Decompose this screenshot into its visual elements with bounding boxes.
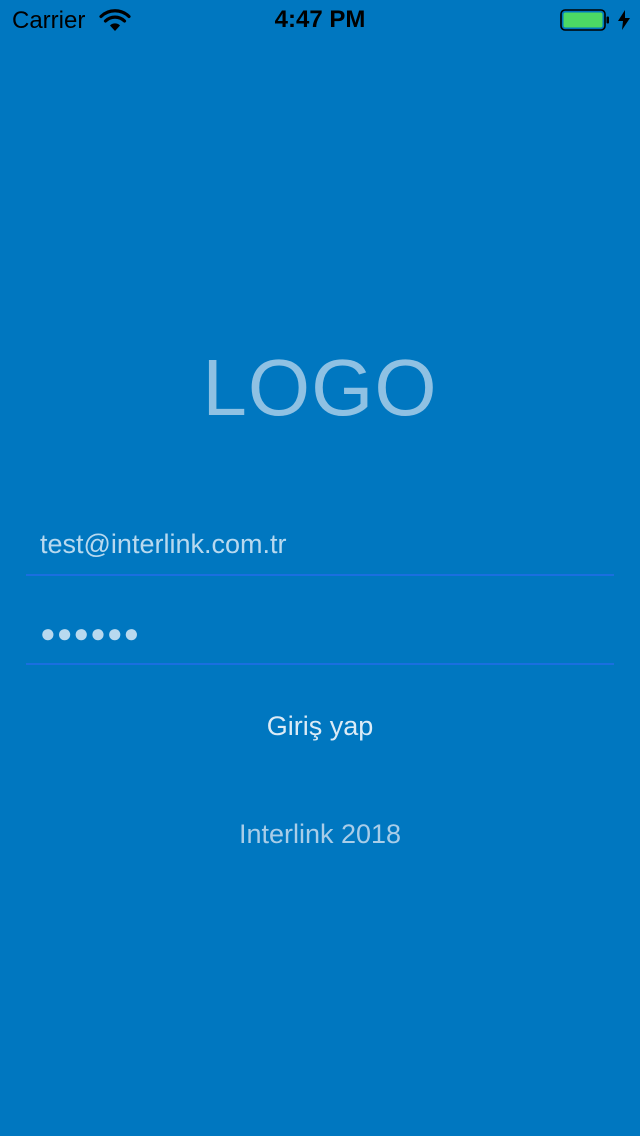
email-field[interactable]: [26, 514, 614, 576]
logo: LOGO: [202, 343, 438, 432]
login-button[interactable]: Giriş yap: [200, 702, 440, 750]
password-input[interactable]: ●●●●●●: [40, 615, 140, 651]
status-bar: Carrier 4:47 PM: [0, 0, 640, 40]
email-input[interactable]: [40, 524, 600, 564]
footer-copyright: Interlink 2018: [238, 819, 402, 849]
clock: 4:47 PM: [274, 6, 366, 33]
charging-bolt-icon: [618, 10, 630, 30]
battery-icon: [560, 9, 609, 31]
password-field[interactable]: ●●●●●●: [26, 603, 614, 665]
